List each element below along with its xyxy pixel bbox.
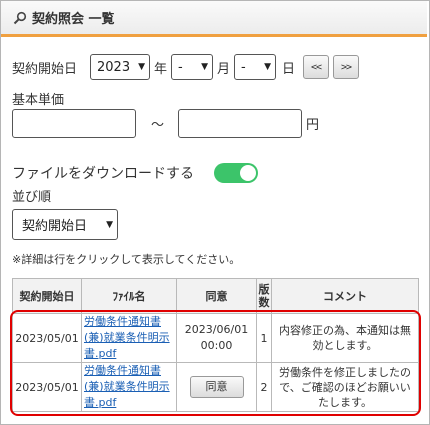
month-unit: 月 [217,61,231,77]
file-link[interactable]: 労働条件通知書(兼)就業条件明示書.pdf [81,362,177,412]
col-version: 版数 [256,278,272,314]
sort-label-row: 並び順 [12,186,51,205]
day-select[interactable]: - ▼ [234,54,277,80]
download-toggle[interactable] [214,163,258,183]
row-start-date: 2023/05/01 [12,362,82,412]
prev-button[interactable]: << [303,55,330,79]
col-file-name: ﾌｧｲﾙ名 [81,278,177,314]
base-price-range: ～ 円 [12,109,319,138]
contract-table: 契約開始日 ﾌｧｲﾙ名 同意 版数 コメント 2023/05/01 労働条件通知… [12,278,419,412]
row-start-date: 2023/05/01 [12,313,82,363]
panel-header: 契約照会 一覧 [1,1,427,37]
start-date-filter: 契約開始日 2023 ▼ 年 - ▼ 月 - ▼ 日 << >> [12,54,360,80]
download-label: ファイルをダウンロードする [12,166,194,182]
base-price-label-row: 基本単価 [12,89,64,108]
month-value: - [178,59,183,75]
panel-title: 契約照会 一覧 [32,12,115,27]
row-comment: 労働条件を修正しましたので、ご確認のほどお願いいたします。 [271,362,419,412]
table-row[interactable]: 2023/05/01 労働条件通知書(兼)就業条件明示書.pdf 2023/06… [12,313,419,363]
col-start-date: 契約開始日 [12,278,82,314]
agree-time: 00:00 [200,339,233,352]
toggle-knob [240,165,256,181]
base-price-min-input[interactable] [12,109,136,138]
month-select[interactable]: - ▼ [171,54,214,80]
base-price-label: 基本単価 [12,93,65,108]
chevron-down-icon: ▼ [201,62,209,72]
agree-cell: 同意 [176,362,257,412]
chevron-down-icon: ▼ [138,62,146,72]
row-version: 2 [256,362,272,412]
sort-label: 並び順 [12,190,52,205]
day-value: - [241,59,246,75]
file-link[interactable]: 労働条件通知書(兼)就業条件明示書.pdf [81,313,177,363]
sort-row: 契約開始日 ▼ [12,209,118,240]
agree-button[interactable]: 同意 [189,376,244,398]
col-version-label: 版数 [258,283,270,309]
next-button[interactable]: >> [333,55,360,79]
year-value: 2023 [97,59,131,75]
magnifier-icon [13,11,27,25]
sort-value: 契約開始日 [22,219,88,234]
range-separator: ～ [151,118,165,133]
agree-date: 2023/06/01 [184,323,249,336]
hint-row: ※詳細は行をクリックして表示してください。 [12,251,240,267]
agree-cell: 2023/06/01 00:00 [176,313,257,363]
download-toggle-row: ファイルをダウンロードする [12,163,258,183]
sort-select[interactable]: 契約開始日 ▼ [12,209,118,240]
row-version: 1 [256,313,272,363]
hint-text: ※詳細は行をクリックして表示してください。 [12,253,241,266]
chevron-down-icon: ▼ [106,219,113,230]
chevron-down-icon: ▼ [264,62,272,72]
col-agree: 同意 [176,278,257,314]
year-unit: 年 [154,61,168,77]
yen-unit: 円 [306,118,320,133]
base-price-max-input[interactable] [178,109,303,138]
table-header-row: 契約開始日 ﾌｧｲﾙ名 同意 版数 コメント [12,278,419,314]
row-comment: 内容修正の為、本通知は無効とします。 [271,313,419,363]
day-unit: 日 [282,61,296,77]
year-select[interactable]: 2023 ▼ [90,54,151,80]
start-date-label: 契約開始日 [12,61,78,77]
table-row[interactable]: 2023/05/01 労働条件通知書(兼)就業条件明示書.pdf 同意 2 労働… [12,362,419,412]
col-comment: コメント [271,278,419,314]
